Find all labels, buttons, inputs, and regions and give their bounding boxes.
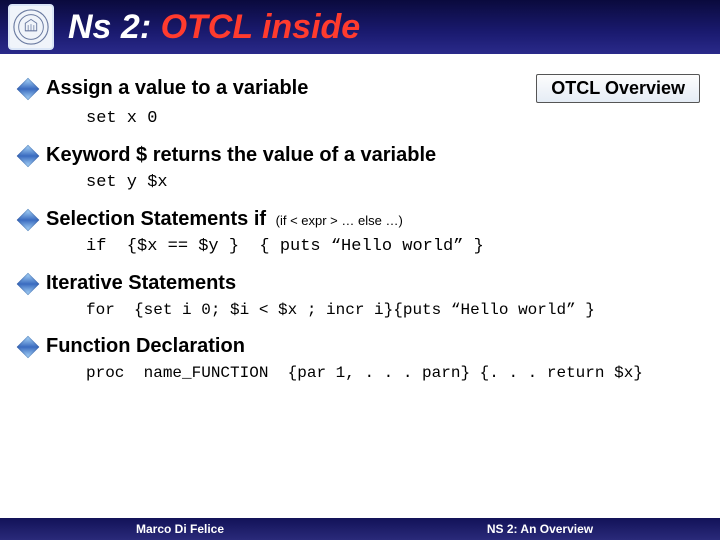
slide-header: Ns 2: OTCL inside [0,0,720,54]
bullet-diamond-icon [20,148,36,164]
bullet-row-5: Function Declaration [20,335,700,358]
footer-subtitle: NS 2: An Overview [360,522,720,536]
bullet-heading: Function Declaration [46,335,245,358]
bullet-heading: Keyword $ returns the value of a variabl… [46,144,436,167]
code-snippet: set y $x [86,173,700,192]
bullet-diamond-icon [20,81,36,97]
bullet-heading: Iterative Statements [46,272,236,295]
title-prefix: Ns 2: [68,8,161,46]
bullet-heading: Selection Statements if (if < expr > … e… [46,208,403,231]
bullet-row-3: Selection Statements if (if < expr > … e… [20,208,700,231]
bullet-note: (if < expr > … else …) [276,213,403,228]
code-snippet: if {$x == $y } { puts “Hello world” } [86,237,700,256]
bullet-row-2: Keyword $ returns the value of a variabl… [20,144,700,167]
slide-content: Assign a value to a variable OTCL Overvi… [0,54,720,382]
bullet-diamond-icon [20,212,36,228]
slide-title: Ns 2: OTCL inside [68,8,360,47]
code-snippet: set x 0 [86,109,700,128]
bullet-diamond-icon [20,276,36,292]
university-crest-icon [8,4,54,50]
bullet-heading: Assign a value to a variable [46,77,308,100]
overview-badge: OTCL Overview [536,74,700,103]
code-snippet: proc name_FUNCTION {par 1, . . . parn} {… [86,364,700,382]
slide-footer: Marco Di Felice NS 2: An Overview [0,518,720,540]
title-accent: OTCL inside [161,8,361,46]
bullet-row-1: Assign a value to a variable OTCL Overvi… [20,74,700,103]
code-snippet: for {set i 0; $i < $x ; incr i}{puts “He… [86,301,700,319]
bullet-heading-text: Selection Statements if [46,208,266,230]
footer-author: Marco Di Felice [0,522,360,536]
bullet-row-4: Iterative Statements [20,272,700,295]
bullet-diamond-icon [20,339,36,355]
